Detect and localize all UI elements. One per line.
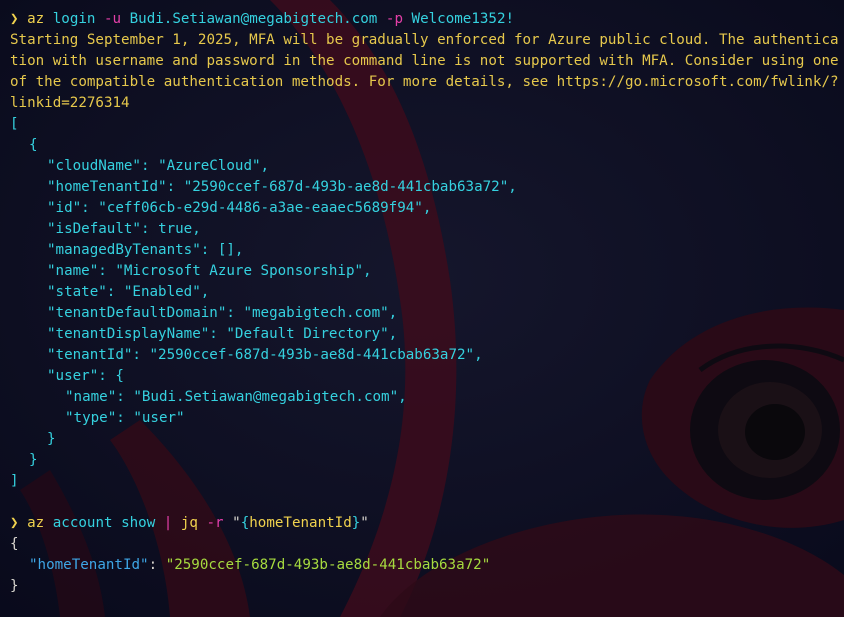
json-user-object-open: "user": { [47,368,124,384]
json-field-row: "name": "Microsoft Azure Sponsorship", [47,263,372,279]
json-key: "name" [47,263,99,279]
json-key: "tenantDefaultDomain" [47,305,227,321]
jq-value: "2590ccef-687d-493b-ae8d-441cbab63a72" [165,557,491,573]
login-command-line: ❯ az login -u Budi.Setiawan@megabigtech.… [10,9,514,30]
json-open-brace: { [29,137,38,153]
json-field-row: "cloudName": "AzureCloud", [47,158,270,174]
json-field-row: "tenantDisplayName": "Default Directory"… [47,326,398,342]
json-key: "id" [47,200,82,216]
json-key: "name" [65,389,117,405]
jq-command: jq [180,515,198,531]
json-value: "2590ccef-687d-493b-ae8d-441cbab63a72", [183,179,517,195]
prompt-symbol: ❯ [10,11,19,27]
command-name: az [27,515,45,531]
json-value: "Microsoft Azure Sponsorship", [115,263,372,279]
json-field-row: "tenantId": "2590ccef-687d-493b-ae8d-441… [47,347,483,363]
filter-brace-close: } [351,515,361,531]
json-value: "Enabled", [123,284,210,300]
json-key: "tenantId" [47,347,133,363]
mfa-warning-text: Starting September 1, 2025, MFA will be … [10,32,839,111]
json-user-close-brace: } [47,431,56,447]
json-value: true, [158,221,201,237]
json-key: "tenantDisplayName" [47,326,210,342]
jq-open-brace: { [10,536,19,552]
filter-quote: " [232,515,241,531]
json-value: "2590ccef-687d-493b-ae8d-441cbab63a72", [149,347,483,363]
account-show-command-line: ❯ az account show | jq -r "{homeTenantId… [10,513,369,534]
json-field-row: "managedByTenants": [], [47,242,244,258]
subcommand: login [52,11,96,27]
json-close-brace: } [29,452,38,468]
json-open-bracket: [ [10,116,19,132]
json-value: "ceff06cb-e29d-4486-a3ae-eaaec5689f94", [98,200,432,216]
prompt-symbol: ❯ [10,515,19,531]
json-key: "managedByTenants" [47,242,201,258]
json-value: "AzureCloud", [158,158,270,174]
json-field-row: "type": "user" [65,410,185,426]
json-close-bracket: ] [10,473,19,489]
command-name: az [27,11,45,27]
user-flag: -u [104,11,122,27]
json-field-row: "name": "Budi.Setiawan@megabigtech.com", [65,389,407,405]
password-arg: Welcome1352! [411,11,515,27]
json-key: "user" [47,368,99,384]
json-field-row: "homeTenantId": "2590ccef-687d-493b-ae8d… [47,179,517,195]
json-field-row: "isDefault": true, [47,221,201,237]
json-key: "type" [65,410,117,426]
json-value: [], [217,242,244,258]
filter-quote: " [360,515,369,531]
jq-key: "homeTenantId" [29,557,149,573]
json-field-row: "id": "ceff06cb-e29d-4486-a3ae-eaaec5689… [47,200,432,216]
jq-close-brace: } [10,578,19,594]
jq-result-row: "homeTenantId": "2590ccef-687d-493b-ae8d… [29,557,491,573]
json-key: "state" [47,284,107,300]
json-value: "Budi.Setiawan@megabigtech.com", [133,389,407,405]
json-field-row: "tenantDefaultDomain": "megabigtech.com"… [47,305,398,321]
password-flag: -p [385,11,403,27]
json-key: "cloudName" [47,158,141,174]
subcommand: account show [52,515,156,531]
pipe-symbol: | [163,515,173,531]
raw-flag: -r [206,515,224,531]
json-field-row: "state": "Enabled", [47,284,210,300]
json-key: "isDefault" [47,221,141,237]
filter-field: homeTenantId [249,515,352,531]
json-key: "homeTenantId" [47,179,167,195]
json-value: "user" [133,410,185,426]
json-value: "megabigtech.com", [243,305,398,321]
json-value: "Default Directory", [226,326,398,342]
username-arg: Budi.Setiawan@megabigtech.com [129,11,378,27]
filter-brace-open: { [240,515,250,531]
